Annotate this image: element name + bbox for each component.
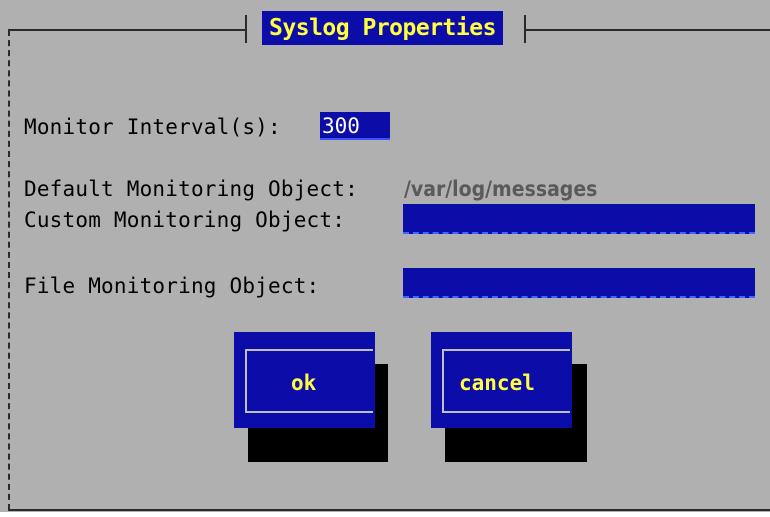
default-monitoring-object-value: /var/log/messages — [404, 177, 598, 201]
monitor-interval-value: 300 — [320, 112, 390, 140]
ok-button-face: ok — [234, 332, 375, 428]
file-monitoring-object-field[interactable] — [403, 268, 755, 298]
frame-title-tick-left — [245, 15, 247, 43]
frame-left — [8, 30, 10, 510]
custom-monitoring-object-label: Custom Monitoring Object: — [24, 208, 346, 232]
cancel-button-face: cancel — [431, 332, 572, 428]
file-monitoring-object-label: File Monitoring Object: — [24, 274, 320, 298]
monitor-interval-label: Monitor Interval(s): — [24, 115, 281, 139]
frame-bottom — [8, 509, 770, 511]
ok-button[interactable]: ok — [234, 332, 390, 464]
cancel-button[interactable]: cancel — [431, 332, 587, 464]
monitor-interval-input[interactable]: 300 — [320, 112, 390, 140]
dialog-title: Syslog Properties — [262, 11, 503, 45]
frame-top-right — [524, 29, 770, 31]
cancel-button-label: cancel — [459, 371, 535, 395]
ok-button-label: ok — [291, 371, 317, 395]
default-monitoring-object-label: Default Monitoring Object: — [24, 177, 358, 201]
syslog-properties-dialog: Syslog Properties Monitor Interval(s): 3… — [0, 0, 770, 512]
frame-top-left — [8, 29, 245, 31]
custom-monitoring-object-field[interactable] — [403, 204, 755, 234]
